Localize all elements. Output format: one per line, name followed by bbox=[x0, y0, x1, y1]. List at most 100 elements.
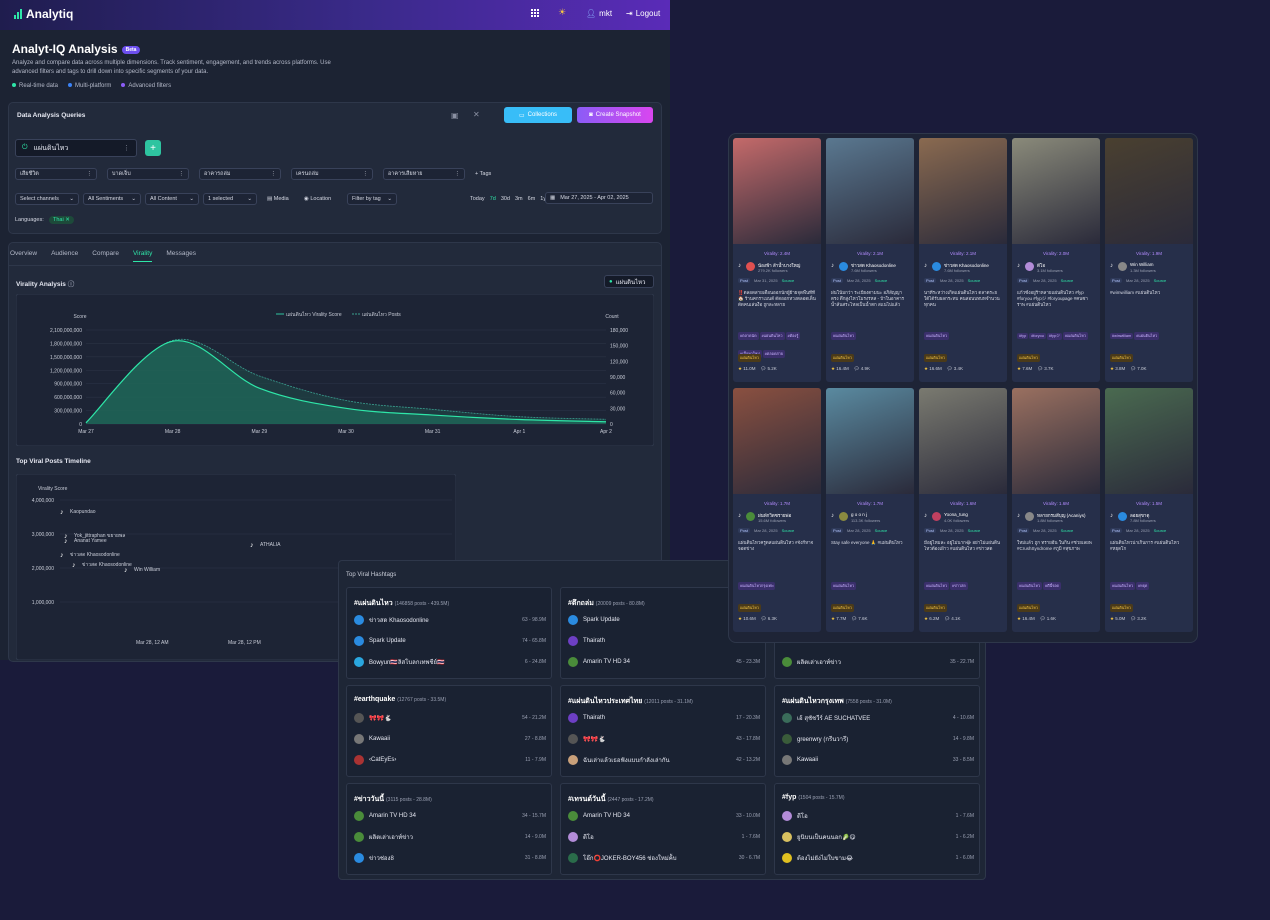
hashtag-row[interactable]: ดีโอ 1 - 7.6M bbox=[568, 831, 760, 843]
date-range-picker[interactable]: ▦ Mar 27, 2025 - Apr 02, 2025 bbox=[545, 192, 653, 204]
hashtag-row[interactable]: Bowyun🇹🇭ลิสโบลกเทพชีย์🇹🇭 6 - 24.8M bbox=[354, 656, 546, 668]
add-query-button[interactable]: + bbox=[145, 140, 161, 156]
save-icon[interactable]: ▣ bbox=[451, 111, 459, 120]
post-thumbnail[interactable] bbox=[826, 388, 914, 494]
location-toggle[interactable]: ◉ Location bbox=[304, 196, 331, 202]
source-link[interactable]: Source bbox=[875, 528, 888, 533]
hashtag-row[interactable]: เอ้ สุชัชวีร์ AE SUCHATVEE 4 - 10.6M bbox=[782, 712, 974, 724]
tab-audience[interactable]: Audience bbox=[51, 250, 78, 262]
hashtag-row[interactable]: Amarin TV HD 34 33 - 10.0M bbox=[568, 810, 760, 822]
media-toggle[interactable]: ▤ Media bbox=[267, 196, 289, 202]
tab-messages[interactable]: Messages bbox=[166, 250, 196, 262]
post-card[interactable]: Virality: 1.7M ♪ ฝนพักวิตซรายพ่อ 15.6M foll… bbox=[733, 388, 821, 632]
category-chip[interactable]: แผ่นดินไหว bbox=[924, 604, 947, 612]
post-card[interactable]: Virality: 2.1M ♪ ข่าวสด Khaosodonline 7.6M … bbox=[919, 138, 1007, 382]
source-link[interactable]: Source bbox=[1061, 528, 1074, 533]
hashtag-card[interactable]: #แผ่นดินไหวประเทศไทย (12011 posts - 31.1… bbox=[560, 685, 766, 777]
post-thumbnail[interactable] bbox=[919, 388, 1007, 494]
tag-filter-1[interactable]: เสียชีวิต ⋮ bbox=[15, 168, 97, 180]
hashtag-row[interactable]: Thairath 17 - 20.3M bbox=[568, 712, 760, 724]
tiktok-icon[interactable]: ♪ bbox=[124, 567, 128, 574]
language-chip[interactable]: Thai ✕ bbox=[49, 216, 74, 224]
hashtag-card[interactable]: #แผ่นดินไหวกรุงเทพ (7558 posts - 31.0M) เ… bbox=[774, 685, 980, 777]
source-link[interactable]: Source bbox=[968, 528, 981, 533]
hashtag-row[interactable]: ข่าวช่อง8 31 - 8.8M bbox=[354, 852, 546, 864]
hashtag-chip[interactable]: #ตีนี้รอด bbox=[1043, 582, 1061, 590]
post-thumbnail[interactable] bbox=[919, 138, 1007, 244]
hashtag-chip[interactable]: #ตลอดสาย bbox=[762, 350, 786, 358]
source-link[interactable]: Source bbox=[968, 278, 981, 283]
close-icon[interactable]: ✕ bbox=[473, 110, 480, 119]
hashtag-chip[interactable]: #แผ่นดินไหว bbox=[759, 332, 785, 340]
logout-button[interactable]: ⇥ Logout bbox=[626, 9, 660, 18]
hashtag-row[interactable]: ดีโอ 1 - 7.6M bbox=[782, 810, 974, 822]
hashtag-row[interactable]: ‹CatEyEs› 11 - 7.9M bbox=[354, 754, 546, 766]
post-card[interactable]: Virality: 2.0M ♪ ดีโอ 3.1M followers Post Mar… bbox=[1012, 138, 1100, 382]
query-chip[interactable]: ⏻ แผ่นดินไหว ⋮ bbox=[15, 139, 137, 157]
category-chip[interactable]: แผ่นดินไหว bbox=[738, 354, 761, 362]
platform-select[interactable]: 1 selected ⌄ bbox=[203, 193, 257, 205]
hashtag-chip[interactable]: #fypジ bbox=[1046, 333, 1062, 340]
hashtag-card[interactable]: #เทรนด์วันนี้ (2447 posts - 17.2M) Amarin… bbox=[560, 783, 766, 875]
filter-by-tag-select[interactable]: Filter by tag ⌄ bbox=[347, 193, 397, 205]
tag-filter-3[interactable]: อาคารถล่ม ⋮ bbox=[199, 168, 281, 180]
range-today[interactable]: Today bbox=[470, 196, 485, 202]
source-link[interactable]: Source bbox=[1154, 278, 1167, 283]
post-thumbnail[interactable] bbox=[1105, 138, 1193, 244]
post-thumbnail[interactable] bbox=[1012, 138, 1100, 244]
hashtag-chip[interactable]: #หยุด bbox=[1136, 582, 1150, 590]
tiktok-icon[interactable]: ♪ bbox=[250, 542, 254, 549]
hashtag-chip[interactable]: #foryou bbox=[1029, 333, 1046, 339]
category-chip[interactable]: แผ่นดินไหว bbox=[1017, 604, 1040, 612]
hashtag-row[interactable]: ฉันเล่าแล้วเธอฟังแบบกำลังเล่ากัน 42 - 13.… bbox=[568, 754, 760, 766]
post-thumbnail[interactable] bbox=[1105, 388, 1193, 494]
sun-icon[interactable]: ☀ bbox=[558, 7, 566, 18]
hashtag-row[interactable]: 🎀🎀🐇 43 - 17.8M bbox=[568, 733, 760, 745]
hashtag-row[interactable]: Spark Update 74 - 65.8M bbox=[354, 635, 546, 647]
source-link[interactable]: Source bbox=[875, 278, 888, 283]
source-link[interactable]: Source bbox=[782, 278, 795, 283]
hashtag-row[interactable]: Kawaaii 27 - 8.8M bbox=[354, 733, 546, 745]
content-select[interactable]: All Content ⌄ bbox=[145, 193, 199, 205]
hashtag-row[interactable]: ยูนิบนเป็นคนนอก🥬😋 1 - 6.2M bbox=[782, 831, 974, 843]
info-icon[interactable]: ⓘ bbox=[68, 281, 75, 288]
hashtag-chip[interactable]: #แผ่นดินไหว bbox=[1110, 582, 1135, 590]
tiktok-icon[interactable]: ♪ bbox=[72, 562, 76, 569]
tab-overview[interactable]: Overview bbox=[10, 250, 37, 262]
hashtag-chip[interactable]: #ต้องรู้ bbox=[785, 332, 801, 340]
tag-filter-5[interactable]: อาคารเสียหาย ⋮ bbox=[383, 168, 465, 180]
hashtag-card[interactable]: #ข่าววันนี้ (3115 posts - 28.8M) Amarin T… bbox=[346, 783, 552, 875]
category-chip[interactable]: แผ่นดินไหว bbox=[1110, 604, 1133, 612]
source-link[interactable]: Source bbox=[1061, 278, 1074, 283]
sentiment-select[interactable]: All Sentiments ⌄ bbox=[83, 193, 141, 205]
post-card[interactable]: Virality: 1.6M ♪ หลายกรมสีบุญ (Acaniys) 1.8… bbox=[1012, 388, 1100, 632]
hashtag-chip[interactable]: #ตลาดนัด bbox=[738, 332, 759, 340]
channels-select[interactable]: Select channels ⌄ bbox=[15, 193, 79, 205]
source-link[interactable]: Source bbox=[782, 528, 795, 533]
post-card[interactable]: Virality: 1.9M ♪ Win William 1.3M followers… bbox=[1105, 138, 1193, 382]
hashtag-chip[interactable]: #แผ่นดินไหว bbox=[1062, 332, 1088, 340]
tab-compare[interactable]: Compare bbox=[92, 250, 119, 262]
range-7d[interactable]: 7d bbox=[490, 196, 496, 202]
create-snapshot-button[interactable]: ◙ Create Snapshot bbox=[577, 107, 653, 123]
hashtag-row[interactable]: 🎀🎀🐇 54 - 21.2M bbox=[354, 712, 546, 724]
range-6m[interactable]: 6m bbox=[528, 196, 536, 202]
hashtag-chip[interactable]: #แผ่นดินไหว bbox=[924, 332, 949, 340]
category-chip[interactable]: แผ่นดินไหว bbox=[1110, 354, 1133, 362]
hashtag-chip[interactable]: #แผ่นดินไหว bbox=[924, 582, 949, 590]
hashtag-row[interactable]: ต้องไม่ยังไม่ใบขาม😂 1 - 6.0M bbox=[782, 852, 974, 864]
collections-button[interactable]: ▭ Collections bbox=[504, 107, 572, 123]
hashtag-card[interactable]: #earthquake (12767 posts - 33.5M) 🎀🎀🐇 54 -… bbox=[346, 685, 552, 777]
post-card[interactable]: Virality: 1.7M ♪ g o o n j 113.3K followers… bbox=[826, 388, 914, 632]
keyword-badge[interactable]: ● แผ่นดินไหว bbox=[604, 275, 654, 288]
hashtag-row[interactable]: ผลิตเล่าเอาท์ข่าว 35 - 22.7M bbox=[782, 656, 974, 668]
source-link[interactable]: Source bbox=[1154, 528, 1167, 533]
hashtag-chip[interactable]: #แผ่นดินไหวกรุงเทพ bbox=[738, 582, 776, 590]
post-card[interactable]: Virality: 1.6M ♪ Yoona_tung 4.0K followers P… bbox=[919, 388, 1007, 632]
hashtag-card[interactable]: #fyp (1504 posts - 15.7M) ดีโอ 1 - 7.6M ยูน… bbox=[774, 783, 980, 875]
tiktok-icon[interactable]: ♪ bbox=[60, 509, 64, 516]
tag-filter-4[interactable]: เครนถล่ม ⋮ bbox=[291, 168, 373, 180]
tag-filter-2[interactable]: บาดเจ็บ ⋮ bbox=[107, 168, 189, 180]
category-chip[interactable]: แผ่นดินไหว bbox=[1017, 354, 1040, 362]
hashtag-row[interactable]: ข่าวสด Khaosodonline 63 - 98.9M bbox=[354, 614, 546, 626]
